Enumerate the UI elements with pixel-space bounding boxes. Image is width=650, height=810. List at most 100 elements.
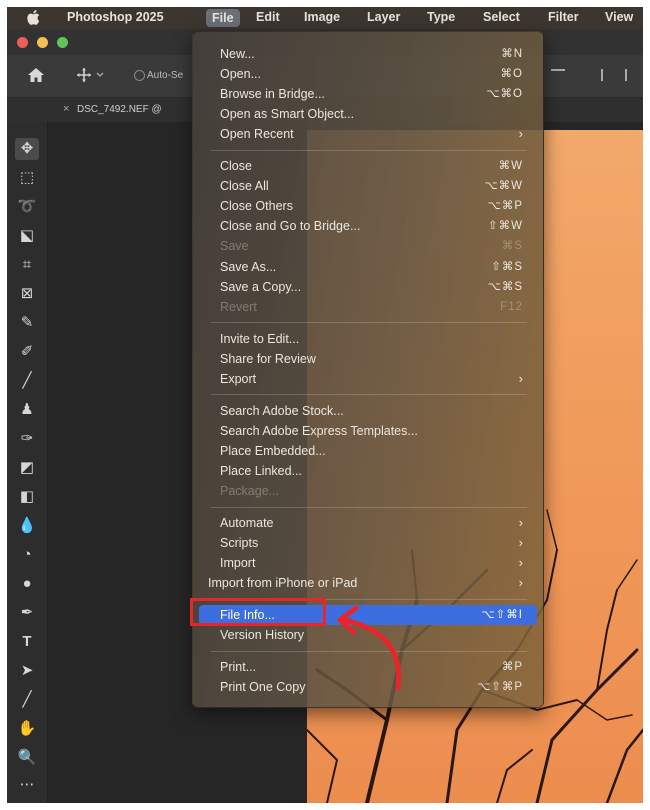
menu-layer[interactable]: Layer	[367, 10, 400, 24]
menu-item-label: Print...	[220, 660, 257, 675]
align-center-icon[interactable]	[625, 69, 639, 81]
menu-item-label: Print One Copy	[220, 680, 306, 695]
menu-item-invite-to-edit[interactable]: Invite to Edit...	[199, 329, 537, 349]
gradient-tool-icon[interactable]: ◧	[15, 486, 39, 508]
menu-item-close[interactable]: Close ⌘W	[199, 156, 537, 176]
crop-tool-icon[interactable]: ⌗	[15, 254, 39, 276]
menu-item-shortcut: ⌘P	[501, 661, 523, 674]
menu-item-label: Package...	[220, 484, 280, 498]
line-tool-icon[interactable]: ╱	[15, 689, 39, 711]
menu-item-open[interactable]: Open... ⌘O	[199, 64, 537, 84]
menu-item-import[interactable]: Import ›	[199, 553, 537, 573]
menu-item-search-adobe-express-templates[interactable]: Search Adobe Express Templates...	[199, 421, 537, 441]
menu-item-close-and-go-to-bridge[interactable]: Close and Go to Bridge... ⇧⌘W	[199, 216, 537, 236]
menu-item-import-from-iphone-or-ipad[interactable]: Import from iPhone or iPad ›	[199, 573, 537, 593]
menu-item-label: Share for Review	[220, 351, 316, 366]
menu-item-new[interactable]: New... ⌘N	[199, 44, 537, 64]
eyedropper-tool-icon[interactable]: ✎	[15, 312, 39, 334]
blur-tool-icon[interactable]: 💧	[15, 515, 39, 537]
pen-tool-icon[interactable]: ✒	[15, 602, 39, 624]
close-window-button[interactable]	[17, 37, 28, 48]
menu-item-revert: Revert F12	[199, 297, 537, 317]
menu-item-shortcut: F12	[500, 300, 523, 313]
menu-item-save-a-copy[interactable]: Save a Copy... ⌥⌘S	[199, 277, 537, 297]
menu-item-shortcut: ⇧⌘S	[491, 260, 523, 273]
menu-item-label: Version History	[220, 628, 305, 643]
dodge-tool-icon[interactable]: ◔	[15, 544, 39, 566]
document-tab-title[interactable]: DSC_7492.NEF @	[77, 104, 162, 115]
move-tool-icon[interactable]: ✥	[15, 138, 39, 160]
menu-separator	[211, 506, 527, 508]
align-icon[interactable]	[551, 69, 565, 83]
menu-item-label: Invite to Edit...	[220, 331, 300, 346]
minimize-window-button[interactable]	[37, 37, 48, 48]
more-tools-icon[interactable]: ⋯	[15, 774, 39, 796]
menu-item-label: Search Adobe Stock...	[220, 403, 344, 418]
menu-item-label: Save As...	[220, 259, 277, 274]
menu-item-package: Package...	[199, 481, 537, 501]
home-icon[interactable]	[27, 67, 45, 83]
menu-item-label: Revert	[220, 299, 257, 314]
menu-item-place-embedded[interactable]: Place Embedded...	[199, 441, 537, 461]
brush-tool-icon[interactable]: ╱	[15, 370, 39, 392]
menu-item-shortcut: ⌥⌘P	[487, 200, 523, 213]
menu-item-search-adobe-stock[interactable]: Search Adobe Stock...	[199, 401, 537, 421]
menu-item-close-others[interactable]: Close Others ⌥⌘P	[199, 196, 537, 216]
menu-item-export[interactable]: Export ›	[199, 369, 537, 389]
menu-item-shortcut: ⌥⌘W	[484, 180, 523, 193]
menu-file[interactable]: File	[206, 9, 240, 27]
menu-image[interactable]: Image	[304, 10, 340, 24]
menu-item-place-linked[interactable]: Place Linked...	[199, 461, 537, 481]
menu-view[interactable]: View	[605, 10, 633, 24]
menu-item-label: Import from iPhone or iPad	[208, 576, 358, 591]
menu-item-label: Close and Go to Bridge...	[220, 219, 361, 234]
menu-item-shortcut: ⌥⌘S	[487, 280, 523, 293]
menu-item-label: Close All	[220, 179, 269, 194]
app-name-menu[interactable]: Photoshop 2025	[67, 10, 164, 24]
chevron-right-icon: ›	[518, 370, 523, 386]
zoom-alt-tool-icon[interactable]: ●	[15, 573, 39, 595]
menu-item-open-as-smart-object[interactable]: Open as Smart Object...	[199, 104, 537, 124]
frame-tool-icon[interactable]: ⊠	[15, 283, 39, 305]
auto-select-checkbox[interactable]	[134, 70, 145, 81]
menu-item-label: Open...	[220, 67, 261, 82]
marquee-tool-icon[interactable]: ⬚	[15, 167, 39, 189]
menu-filter[interactable]: Filter	[548, 10, 579, 24]
menu-item-share-for-review[interactable]: Share for Review	[199, 349, 537, 369]
menu-separator	[211, 149, 527, 151]
chevron-right-icon: ›	[518, 126, 523, 142]
menu-item-label: New...	[220, 47, 255, 61]
menu-item-close-all[interactable]: Close All ⌥⌘W	[199, 176, 537, 196]
menu-item-label: Close	[220, 159, 252, 174]
menu-item-save: Save ⌘S	[199, 236, 537, 256]
lasso-tool-icon[interactable]: ➰	[15, 196, 39, 218]
menu-item-browse-in-bridge[interactable]: Browse in Bridge... ⌥⌘O	[199, 84, 537, 104]
align-left-icon[interactable]	[601, 69, 615, 81]
menu-item-scripts[interactable]: Scripts ›	[199, 533, 537, 553]
history-brush-tool-icon[interactable]: ✑	[15, 428, 39, 450]
healing-brush-tool-icon[interactable]: ✐	[15, 341, 39, 363]
menu-item-open-recent[interactable]: Open Recent ›	[199, 124, 537, 144]
object-selection-tool-icon[interactable]: ⬕	[15, 225, 39, 247]
menu-edit[interactable]: Edit	[256, 10, 280, 24]
menu-item-shortcut: ⌘S	[501, 240, 523, 253]
tab-close-icon[interactable]: ×	[63, 103, 69, 115]
eraser-tool-icon[interactable]: ◩	[15, 457, 39, 479]
zoom-window-button[interactable]	[57, 37, 68, 48]
menu-item-label: Close Others	[220, 199, 293, 214]
menu-separator	[211, 322, 527, 324]
menu-item-save-as[interactable]: Save As... ⇧⌘S	[199, 257, 537, 277]
apple-icon[interactable]	[27, 10, 40, 25]
clone-stamp-tool-icon[interactable]: ♟	[15, 399, 39, 421]
menu-item-automate[interactable]: Automate ›	[199, 513, 537, 533]
menu-item-label: Search Adobe Express Templates...	[220, 423, 418, 438]
menu-select[interactable]: Select	[483, 10, 520, 24]
menu-type[interactable]: Type	[427, 10, 455, 24]
menu-item-label: Place Embedded...	[220, 443, 326, 458]
type-tool-icon[interactable]: T	[15, 631, 39, 653]
annotation-highlight-box	[190, 598, 326, 626]
move-tool-preset-icon[interactable]	[76, 67, 106, 83]
path-selection-tool-icon[interactable]: ➤	[15, 660, 39, 682]
hand-tool-icon[interactable]: ✋	[15, 718, 39, 740]
zoom-tool-icon[interactable]: 🔍	[15, 747, 39, 769]
